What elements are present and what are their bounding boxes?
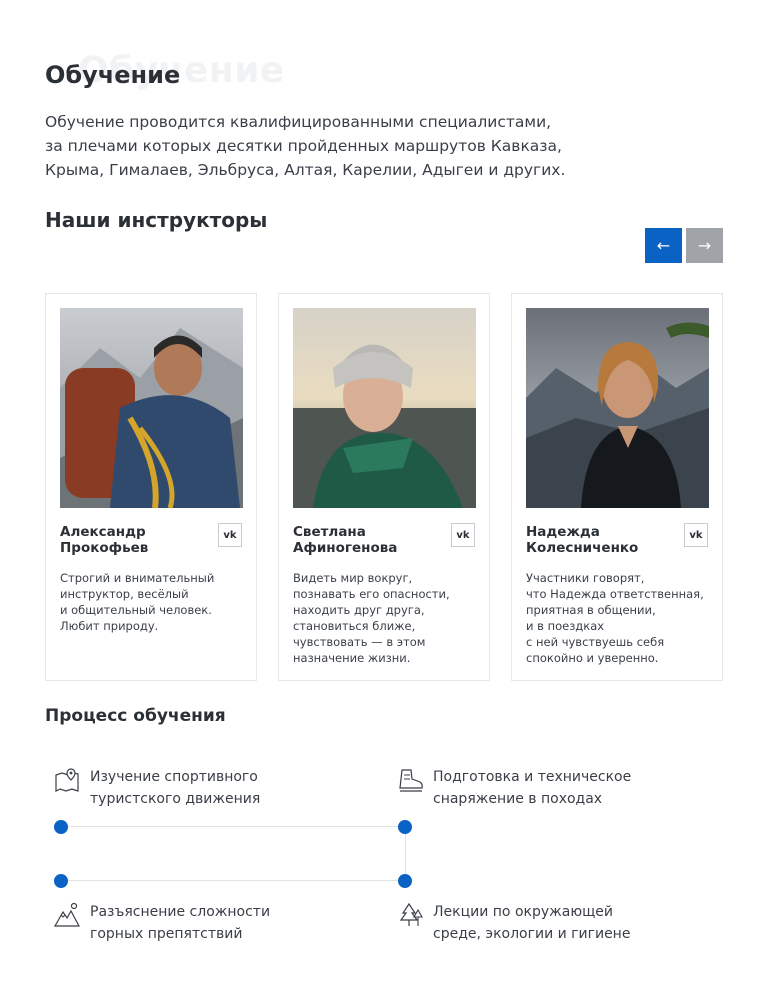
timeline-dot bbox=[398, 820, 412, 834]
timeline-line bbox=[61, 826, 406, 827]
intro-line: Крыма, Гималаев, Эльбруса, Алтая, Карели… bbox=[45, 161, 566, 179]
process-item-line: Разъяснение сложности bbox=[90, 904, 271, 920]
instructor-last-name: Прокофьев bbox=[60, 540, 149, 556]
process-item: Изучение спортивного туристского движени… bbox=[90, 766, 260, 810]
timeline-dot bbox=[54, 820, 68, 834]
intro-line: Обучение проводится квалифицированными с… bbox=[45, 113, 552, 131]
arrow-right-icon: → bbox=[697, 236, 712, 255]
vk-icon[interactable]: vk bbox=[684, 523, 708, 547]
desc-line: Строгий и внимательный bbox=[60, 571, 215, 585]
desc-line: познавать его опасности, bbox=[293, 587, 450, 601]
instructor-name: Светлана Афиногенова bbox=[293, 524, 443, 556]
instructor-photo bbox=[526, 308, 709, 508]
desc-line: Любит природу. bbox=[60, 619, 159, 633]
instructor-description: Строгий и внимательный инструктор, весёл… bbox=[60, 570, 250, 634]
instructor-name: Александр Прокофьев bbox=[60, 524, 210, 556]
process-item-line: горных препятствий bbox=[90, 926, 243, 942]
instructor-name: Надежда Колесниченко bbox=[526, 524, 676, 556]
process-item: Подготовка и техническое снаряжение в по… bbox=[433, 766, 631, 810]
instructor-card: Светлана Афиногенова vk Видеть мир вокру… bbox=[278, 293, 490, 681]
instructor-photo-image bbox=[526, 308, 709, 508]
arrow-left-icon: ← bbox=[656, 236, 671, 255]
desc-line: Видеть мир вокруг, bbox=[293, 571, 413, 585]
vk-icon[interactable]: vk bbox=[218, 523, 242, 547]
timeline-line bbox=[405, 826, 406, 881]
process-item: Лекции по окружающей среде, экологии и г… bbox=[433, 901, 630, 945]
instructor-description: Видеть мир вокруг, познавать его опаснос… bbox=[293, 570, 483, 666]
page-title: Обучение bbox=[45, 61, 181, 89]
desc-line: становиться ближе, bbox=[293, 619, 416, 633]
desc-line: и общительный человек. bbox=[60, 603, 212, 617]
hiking-boot-icon bbox=[399, 769, 423, 792]
intro-text: Обучение проводится квалифицированными с… bbox=[45, 110, 605, 182]
instructor-photo-image bbox=[293, 308, 476, 508]
intro-line: за плечами которых десятки пройденных ма… bbox=[45, 137, 562, 155]
process-item: Разъяснение сложности горных препятствий bbox=[90, 901, 270, 945]
instructor-last-name: Колесниченко bbox=[526, 540, 639, 556]
desc-line: приятная в общении, bbox=[526, 603, 656, 617]
timeline-dot bbox=[54, 874, 68, 888]
instructor-first-name: Светлана bbox=[293, 524, 366, 540]
instructor-first-name: Надежда bbox=[526, 524, 600, 540]
process-item-line: снаряжение в походах bbox=[433, 791, 603, 807]
instructors-title: Наши инструкторы bbox=[45, 208, 268, 232]
instructor-last-name: Афиногенова bbox=[293, 540, 398, 556]
process-item-line: Лекции по окружающей bbox=[433, 904, 614, 920]
desc-line: инструктор, весёлый bbox=[60, 587, 189, 601]
desc-line: находить друг друга, bbox=[293, 603, 425, 617]
instructor-card: Надежда Колесниченко vk Участники говоря… bbox=[511, 293, 723, 681]
process-item-line: среде, экологии и гигиене bbox=[433, 926, 631, 942]
vk-icon[interactable]: vk bbox=[451, 523, 475, 547]
process-item-line: Подготовка и техническое bbox=[433, 769, 632, 785]
instructor-card: Александр Прокофьев vk Строгий и внимате… bbox=[45, 293, 257, 681]
desc-line: и в поездках bbox=[526, 619, 605, 633]
instructor-description: Участники говорят, что Надежда ответстве… bbox=[526, 570, 716, 666]
desc-line: назначение жизни. bbox=[293, 651, 411, 665]
instructor-photo bbox=[293, 308, 476, 508]
map-pin-icon bbox=[55, 768, 79, 792]
trees-icon bbox=[399, 902, 423, 926]
slider-prev-button[interactable]: ← bbox=[645, 228, 682, 263]
instructor-first-name: Александр bbox=[60, 524, 146, 540]
desc-line: с ней чувствуешь себя bbox=[526, 635, 665, 649]
mountains-icon bbox=[54, 902, 80, 927]
process-item-line: туристского движения bbox=[90, 791, 261, 807]
process-title: Процесс обучения bbox=[45, 706, 226, 726]
instructor-photo-image bbox=[60, 308, 243, 508]
process-item-line: Изучение спортивного bbox=[90, 769, 258, 785]
desc-line: спокойно и уверенно. bbox=[526, 651, 659, 665]
desc-line: чувствовать — в этом bbox=[293, 635, 426, 649]
slider-next-button[interactable]: → bbox=[686, 228, 723, 263]
timeline-line bbox=[61, 880, 406, 881]
desc-line: что Надежда ответственная, bbox=[526, 587, 704, 601]
timeline-dot bbox=[398, 874, 412, 888]
desc-line: Участники говорят, bbox=[526, 571, 645, 585]
instructor-photo bbox=[60, 308, 243, 508]
